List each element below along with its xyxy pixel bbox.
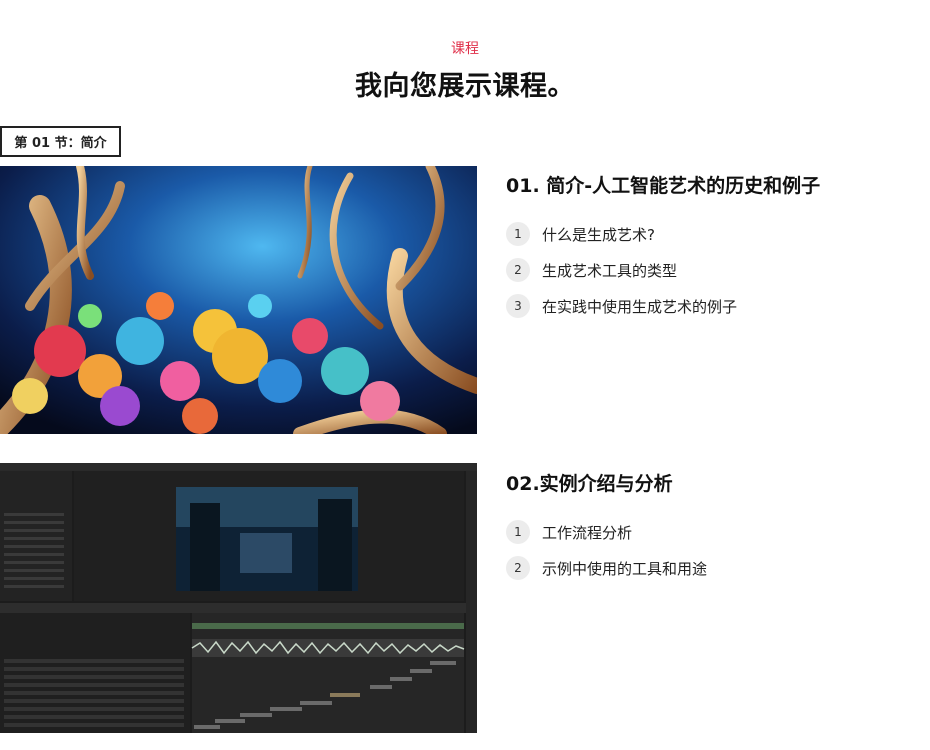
lesson-2-title: 02.实例介绍与分析 [506, 473, 673, 495]
topic-item: 1 工作流程分析 [506, 514, 707, 550]
topic-number-badge: 1 [506, 222, 530, 246]
lesson-1-image [0, 166, 477, 434]
eyebrow-label: 课程 [451, 41, 479, 57]
topic-number-badge: 2 [506, 556, 530, 580]
section-tag: 第 01 节：简介 [0, 126, 121, 157]
topic-label: 生成艺术工具的类型 [542, 261, 678, 280]
lesson-1-title: 01. 简介-人工智能艺术的历史和例子 [506, 175, 821, 197]
lesson-2-image [0, 463, 477, 733]
page-title: 我向您展示课程。 [355, 71, 575, 102]
lesson-2-topic-list: 1 工作流程分析 2 示例中使用的工具和用途 [506, 514, 707, 586]
lesson-1-topic-list: 1 什么是生成艺术? 2 生成艺术工具的类型 3 在实践中使用生成艺术的例子 [506, 216, 737, 324]
topic-item: 2 生成艺术工具的类型 [506, 252, 737, 288]
topic-item: 1 什么是生成艺术? [506, 216, 737, 252]
topic-number-badge: 3 [506, 294, 530, 318]
topic-item: 2 示例中使用的工具和用途 [506, 550, 707, 586]
topic-number-badge: 1 [506, 520, 530, 544]
topic-label: 在实践中使用生成艺术的例子 [542, 297, 738, 316]
topic-label: 示例中使用的工具和用途 [542, 559, 708, 578]
topic-item: 3 在实践中使用生成艺术的例子 [506, 288, 737, 324]
topic-label: 什么是生成艺术? [542, 225, 655, 244]
topic-number-badge: 2 [506, 258, 530, 282]
topic-label: 工作流程分析 [542, 523, 633, 542]
